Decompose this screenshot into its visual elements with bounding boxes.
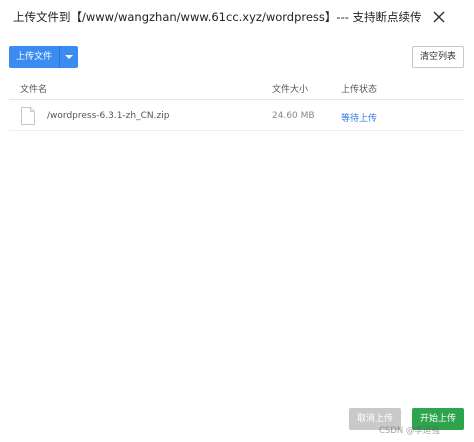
file-size: 24.60 MB bbox=[272, 111, 315, 121]
file-name: /wordpress-6.3.1-zh_CN.zip bbox=[47, 111, 170, 121]
dialog-titlebar: 上传文件到【/www/wangzhan/www.61cc.xyz/wordpre… bbox=[0, 0, 474, 34]
upload-dropdown-button[interactable] bbox=[60, 46, 78, 68]
file-table-header: 文件名 文件大小 上传状态 bbox=[9, 78, 464, 100]
column-header-filesize: 文件大小 bbox=[272, 85, 309, 95]
upload-status: 等待上传 bbox=[341, 114, 378, 124]
close-icon bbox=[433, 11, 445, 23]
caret-down-icon bbox=[65, 55, 73, 59]
column-header-filename: 文件名 bbox=[20, 85, 48, 95]
table-row: /wordpress-6.3.1-zh_CN.zip 24.60 MB 等待上传 bbox=[9, 101, 464, 131]
toolbar: 上传文件 清空列表 bbox=[0, 44, 474, 70]
watermark: CSDN @李运强 bbox=[379, 426, 440, 436]
upload-button-group: 上传文件 bbox=[9, 46, 78, 68]
close-button[interactable] bbox=[428, 6, 450, 28]
file-icon bbox=[21, 107, 35, 125]
clear-list-button[interactable]: 清空列表 bbox=[412, 46, 464, 68]
upload-file-button[interactable]: 上传文件 bbox=[9, 46, 60, 68]
column-header-status: 上传状态 bbox=[341, 85, 378, 95]
dialog-title: 上传文件到【/www/wangzhan/www.61cc.xyz/wordpre… bbox=[13, 10, 422, 24]
